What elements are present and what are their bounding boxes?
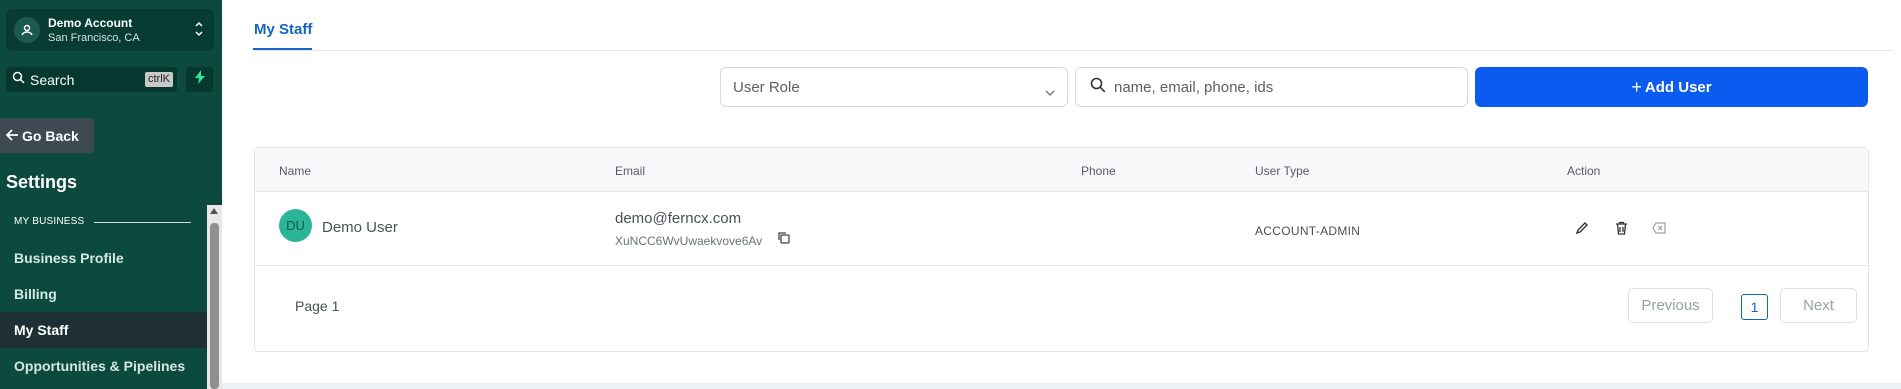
table-row: DU Demo User demo@ferncx.com XuNCC6WvUwa…: [255, 192, 1868, 266]
search-shortcut: ctrlK: [145, 72, 173, 87]
quick-actions-button[interactable]: [186, 67, 213, 92]
location-pin-icon: [14, 17, 40, 43]
column-header-action: Action: [1567, 164, 1601, 178]
deactivate-icon[interactable]: [1649, 218, 1669, 238]
sidebar-item-label: Business Profile: [14, 250, 124, 266]
search-input[interactable]: [1114, 78, 1444, 96]
sidebar-item-label: Billing: [14, 286, 57, 302]
arrow-left-icon: [5, 128, 22, 144]
search-icon: [12, 71, 25, 89]
column-header-user-type: User Type: [1255, 164, 1310, 178]
trash-icon[interactable]: [1611, 218, 1631, 238]
table-header: Name Email Phone User Type Action: [255, 148, 1868, 192]
column-header-email: Email: [615, 164, 646, 178]
user-email: demo@ferncx.com: [615, 210, 742, 227]
sidebar-item-label: My Staff: [14, 322, 69, 338]
user-role-select[interactable]: User Role: [720, 67, 1068, 107]
add-user-button[interactable]: + Add User: [1475, 67, 1868, 107]
sidebar-item-opportunities-pipelines[interactable]: Opportunities & Pipelines: [0, 348, 207, 384]
account-location: San Francisco, CA: [48, 31, 140, 44]
user-role-placeholder: User Role: [733, 78, 800, 96]
search-label: Search: [30, 71, 75, 88]
sidebar-search[interactable]: Search ctrlK: [6, 67, 177, 92]
section-label: MY BUSINESS: [14, 216, 85, 227]
chevron-down-icon: [1045, 83, 1055, 100]
account-switcher[interactable]: Demo Account San Francisco, CA: [6, 9, 214, 51]
scrollbar-thumb[interactable]: [210, 223, 219, 389]
scroll-up-icon[interactable]: [210, 208, 218, 214]
sidebar-nav: Business Profile Billing My Staff Opport…: [0, 240, 207, 384]
edit-icon[interactable]: [1572, 218, 1592, 238]
column-header-phone: Phone: [1081, 164, 1116, 178]
sidebar: Demo Account San Francisco, CA Search ct…: [0, 0, 222, 389]
page-number-current[interactable]: 1: [1741, 294, 1768, 320]
sidebar-item-my-staff[interactable]: My Staff: [0, 312, 207, 348]
user-type: ACCOUNT-ADMIN: [1255, 224, 1361, 238]
main-content: My Staff User Role + Add User Name Email…: [222, 0, 1901, 389]
sidebar-item-label: Opportunities & Pipelines: [14, 358, 186, 374]
sidebar-item-business-profile[interactable]: Business Profile: [0, 240, 207, 276]
user-name: Demo User: [322, 219, 398, 236]
section-divider: [94, 222, 191, 223]
main-footer-strip: [222, 383, 1901, 389]
copy-icon[interactable]: [777, 231, 791, 250]
add-user-label: Add User: [1644, 78, 1712, 96]
plus-icon: +: [1631, 76, 1642, 97]
user-id: XuNCC6WvUwaekvove6Av: [615, 234, 763, 248]
column-header-name: Name: [279, 164, 312, 178]
app: Demo Account San Francisco, CA Search ct…: [0, 0, 1901, 389]
user-search-field: [1075, 67, 1468, 107]
tab-my-staff[interactable]: My Staff: [254, 21, 312, 38]
sidebar-item-billing[interactable]: Billing: [0, 276, 207, 312]
avatar: DU: [279, 209, 312, 242]
go-back-button[interactable]: Go Back: [0, 118, 94, 153]
tab-divider: [253, 50, 1893, 51]
go-back-label: Go Back: [22, 127, 79, 144]
staff-table: Name Email Phone User Type Action DU Dem…: [254, 147, 1869, 352]
page-label: Page 1: [295, 298, 340, 314]
sidebar-scrollbar[interactable]: [207, 205, 222, 389]
lightning-icon: [194, 70, 205, 89]
search-icon: [1090, 77, 1106, 98]
next-button[interactable]: Next: [1780, 288, 1857, 323]
settings-title: Settings: [6, 172, 78, 192]
account-name: Demo Account: [48, 15, 133, 30]
previous-button[interactable]: Previous: [1628, 288, 1713, 323]
chevron-updown-icon: [194, 20, 204, 43]
